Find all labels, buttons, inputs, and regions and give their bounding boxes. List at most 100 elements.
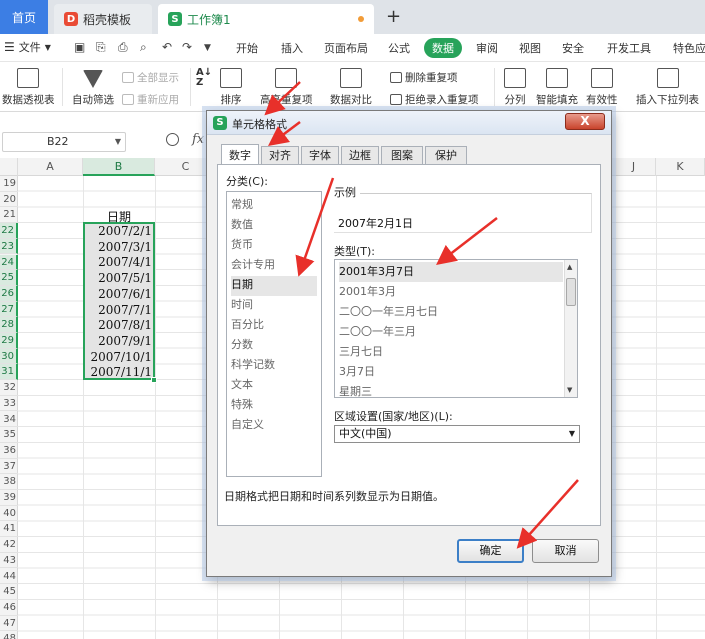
- column-header-b[interactable]: B: [83, 158, 155, 176]
- redo-icon[interactable]: ↷: [182, 40, 192, 54]
- row-header[interactable]: 23: [0, 238, 18, 255]
- type-item[interactable]: 二〇〇一年三月七日: [339, 302, 563, 322]
- type-item[interactable]: 2001年3月7日: [339, 262, 563, 282]
- date-cell[interactable]: 2007/3/1: [84, 239, 152, 255]
- category-item[interactable]: 日期: [231, 276, 317, 296]
- row-header[interactable]: 37: [0, 459, 18, 475]
- row-header[interactable]: 27: [0, 301, 18, 318]
- row-header[interactable]: 47: [0, 616, 18, 632]
- menu-formula[interactable]: 公式: [388, 40, 410, 56]
- scroll-up-icon[interactable]: ▲: [567, 263, 572, 271]
- insert-dropdown-list-button[interactable]: 插入下拉列表: [636, 68, 699, 107]
- row-header[interactable]: 48: [0, 631, 18, 639]
- menu-view[interactable]: 视图: [519, 40, 541, 56]
- zoom-icon[interactable]: [166, 133, 179, 146]
- row-header[interactable]: 41: [0, 521, 18, 538]
- category-item[interactable]: 货币: [231, 236, 317, 256]
- remove-duplicates-button[interactable]: 删除重复项: [390, 70, 458, 85]
- dialog-titlebar[interactable]: S 单元格格式 X: [207, 111, 611, 135]
- reject-duplicates-button[interactable]: 拒绝录入重复项: [390, 92, 479, 107]
- name-box[interactable]: B22 ▼: [2, 132, 126, 152]
- fill-handle[interactable]: [151, 377, 157, 383]
- select-all-corner[interactable]: [0, 158, 18, 176]
- date-cell[interactable]: 2007/8/1: [84, 317, 152, 333]
- menu-review[interactable]: 审阅: [476, 40, 498, 56]
- menu-insert[interactable]: 插入: [281, 40, 303, 56]
- menu-features[interactable]: 特色应: [673, 40, 705, 56]
- sort-button[interactable]: 排序: [220, 68, 242, 107]
- file-menu[interactable]: ☰ 文件 ▼: [4, 39, 51, 55]
- chevron-down-icon[interactable]: ▼: [115, 133, 121, 151]
- menu-security[interactable]: 安全: [562, 40, 584, 56]
- tab-font[interactable]: 字体: [301, 146, 339, 165]
- tab-protection[interactable]: 保护: [425, 146, 467, 165]
- type-item[interactable]: 2001年3月: [339, 282, 563, 302]
- date-cell[interactable]: 2007/6/1: [84, 286, 152, 302]
- type-item[interactable]: 三月七日: [339, 342, 563, 362]
- row-header[interactable]: 35: [0, 427, 18, 443]
- tab-docer-templates[interactable]: D 稻壳模板: [54, 4, 152, 34]
- undo-icon[interactable]: ↶: [162, 40, 172, 54]
- print-icon[interactable]: ⎙: [118, 40, 128, 55]
- cell-b21-header[interactable]: 日期: [84, 208, 154, 224]
- category-item[interactable]: 常规: [231, 196, 317, 216]
- more-icon[interactable]: ▼: [204, 43, 211, 53]
- date-cell[interactable]: 2007/7/1: [84, 302, 152, 318]
- date-cell[interactable]: 2007/5/1: [84, 270, 152, 286]
- category-item[interactable]: 百分比: [231, 316, 317, 336]
- row-header[interactable]: 36: [0, 443, 18, 459]
- tab-pattern[interactable]: 图案: [381, 146, 423, 165]
- date-cell[interactable]: 2007/11/1: [84, 364, 152, 380]
- row-header[interactable]: 19: [0, 176, 18, 192]
- row-header[interactable]: 22: [0, 223, 18, 239]
- category-item[interactable]: 自定义: [231, 416, 317, 436]
- smart-fill-button[interactable]: 智能填充: [536, 68, 578, 107]
- row-header[interactable]: 44: [0, 569, 18, 585]
- new-tab-button[interactable]: +: [386, 6, 401, 27]
- category-item[interactable]: 分数: [231, 336, 317, 356]
- row-header[interactable]: 46: [0, 600, 18, 616]
- close-button[interactable]: X: [565, 113, 605, 130]
- save-icon[interactable]: ▣: [74, 40, 85, 54]
- date-cell[interactable]: 2007/9/1: [84, 333, 152, 349]
- cancel-button[interactable]: 取消: [532, 539, 599, 563]
- row-header[interactable]: 25: [0, 270, 18, 286]
- type-item[interactable]: 星期三: [339, 382, 563, 397]
- category-item[interactable]: 文本: [231, 376, 317, 396]
- tab-workbook[interactable]: S 工作簿1: [158, 4, 374, 34]
- data-compare-button[interactable]: 数据对比: [330, 68, 372, 107]
- row-header[interactable]: 34: [0, 412, 18, 428]
- menu-data[interactable]: 数据: [424, 38, 462, 58]
- date-cell[interactable]: 2007/4/1: [84, 254, 152, 270]
- row-header[interactable]: 45: [0, 584, 18, 600]
- category-item[interactable]: 会计专用: [231, 256, 317, 276]
- row-header[interactable]: 31: [0, 364, 18, 381]
- tab-alignment[interactable]: 对齐: [261, 146, 299, 165]
- category-item[interactable]: 特殊: [231, 396, 317, 416]
- type-item[interactable]: 3月7日: [339, 362, 563, 382]
- row-header[interactable]: 24: [0, 254, 18, 271]
- highlight-duplicates-button[interactable]: 高亮重复项: [260, 68, 313, 107]
- sort-ascending-button[interactable]: A↓ Z: [196, 68, 212, 90]
- tab-number[interactable]: 数字: [221, 144, 259, 165]
- row-header[interactable]: 21: [0, 207, 18, 224]
- row-header[interactable]: 39: [0, 490, 18, 506]
- scroll-down-icon[interactable]: ▼: [567, 386, 572, 394]
- menu-start[interactable]: 开始: [236, 40, 258, 56]
- row-header[interactable]: 33: [0, 396, 18, 412]
- column-header-k[interactable]: K: [656, 158, 705, 176]
- fx-icon[interactable]: fx: [192, 132, 204, 147]
- validity-button[interactable]: 有效性: [586, 68, 618, 107]
- category-list[interactable]: 常规 数值 货币 会计专用 日期 时间 百分比 分数 科学记数 文本 特殊 自定义: [226, 191, 322, 477]
- column-header-j[interactable]: J: [612, 158, 656, 176]
- print-preview-icon[interactable]: ⌕: [140, 40, 147, 55]
- split-column-button[interactable]: 分列: [504, 68, 526, 107]
- pivot-table-button[interactable]: 数据透视表: [2, 68, 55, 107]
- row-header[interactable]: 30: [0, 348, 18, 365]
- row-header[interactable]: 42: [0, 537, 18, 553]
- row-header[interactable]: 32: [0, 380, 18, 396]
- type-list-scrollbar[interactable]: ▲ ▼: [564, 260, 577, 397]
- row-header[interactable]: 26: [0, 285, 18, 302]
- column-header-a[interactable]: A: [18, 158, 83, 176]
- row-header[interactable]: 28: [0, 317, 18, 333]
